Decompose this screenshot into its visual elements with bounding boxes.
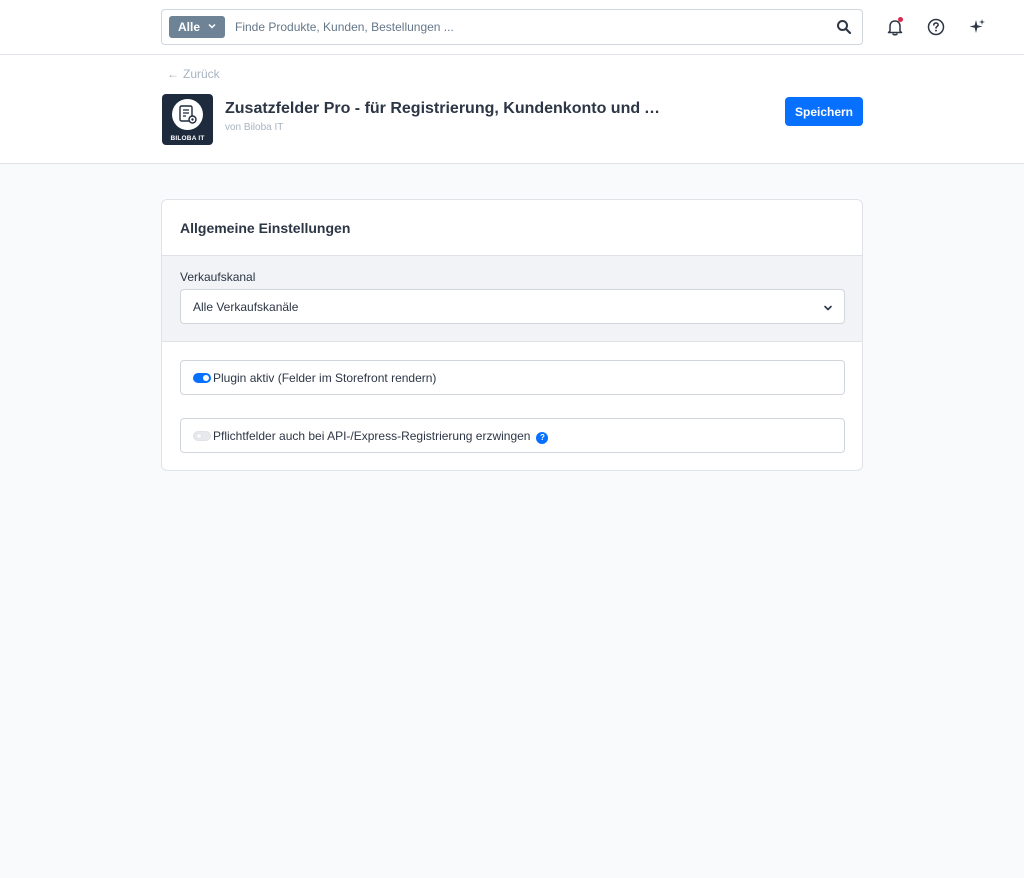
required-fields-api-toggle[interactable] — [193, 431, 211, 441]
back-link[interactable]: ← Zurück — [167, 67, 220, 81]
sales-channel-select[interactable]: Alle Verkaufskanäle — [180, 289, 845, 324]
toggle-knob — [203, 375, 209, 381]
required-fields-api-field: Pflichtfelder auch bei API-/Express-Regi… — [180, 418, 845, 453]
notification-dot — [898, 17, 903, 22]
logo-text: BILOBA IT — [170, 135, 205, 142]
search-icon[interactable] — [836, 19, 852, 35]
plugin-active-field: Plugin aktiv (Felder im Storefront rende… — [180, 360, 845, 395]
help-tooltip-icon[interactable]: ? — [536, 432, 549, 444]
card-title: Allgemeine Einstellungen — [180, 220, 351, 236]
notifications-bell-icon[interactable] — [885, 17, 905, 37]
search-input[interactable] — [235, 16, 825, 38]
sales-channel-label: Verkaufskanal — [180, 270, 256, 284]
search-type-label: Alle — [178, 20, 201, 34]
save-button[interactable]: Speichern — [785, 97, 863, 126]
required-fields-api-text: Pflichtfelder auch bei API-/Express-Regi… — [213, 429, 531, 443]
arrow-left-icon: ← — [167, 67, 179, 81]
sales-channel-section: Verkaufskanal Alle Verkaufskanäle — [162, 256, 862, 342]
search-type-dropdown[interactable]: Alle — [169, 16, 225, 38]
card-header: Allgemeine Einstellungen — [162, 200, 862, 256]
page-title: Zusatzfelder Pro - für Registrierung, Ku… — [225, 100, 665, 117]
plugin-active-label: Plugin aktiv (Felder im Storefront rende… — [213, 371, 437, 385]
global-search: Alle — [161, 9, 863, 45]
top-bar: Alle — [0, 0, 1024, 55]
help-icon[interactable] — [926, 17, 946, 37]
page-header: ← Zurück BILOBA IT Zusatzfelder Pro - für… — [0, 55, 1024, 164]
chevron-down-icon — [822, 301, 834, 313]
back-label: Zurück — [183, 67, 220, 81]
plugin-vendor: von Biloba IT — [225, 122, 284, 133]
settings-card: Allgemeine Einstellungen Verkaufskanal A… — [161, 199, 863, 471]
plugin-logo: BILOBA IT — [162, 94, 213, 145]
sales-channel-value: Alle Verkaufskanäle — [193, 300, 299, 314]
chevron-down-icon — [208, 16, 216, 38]
ai-sparkle-icon[interactable] — [967, 17, 987, 37]
toggle-knob — [196, 433, 202, 439]
required-fields-api-label: Pflichtfelder auch bei API-/Express-Regi… — [213, 429, 549, 444]
logo-circle — [172, 99, 203, 130]
plugin-active-toggle[interactable] — [193, 373, 211, 383]
